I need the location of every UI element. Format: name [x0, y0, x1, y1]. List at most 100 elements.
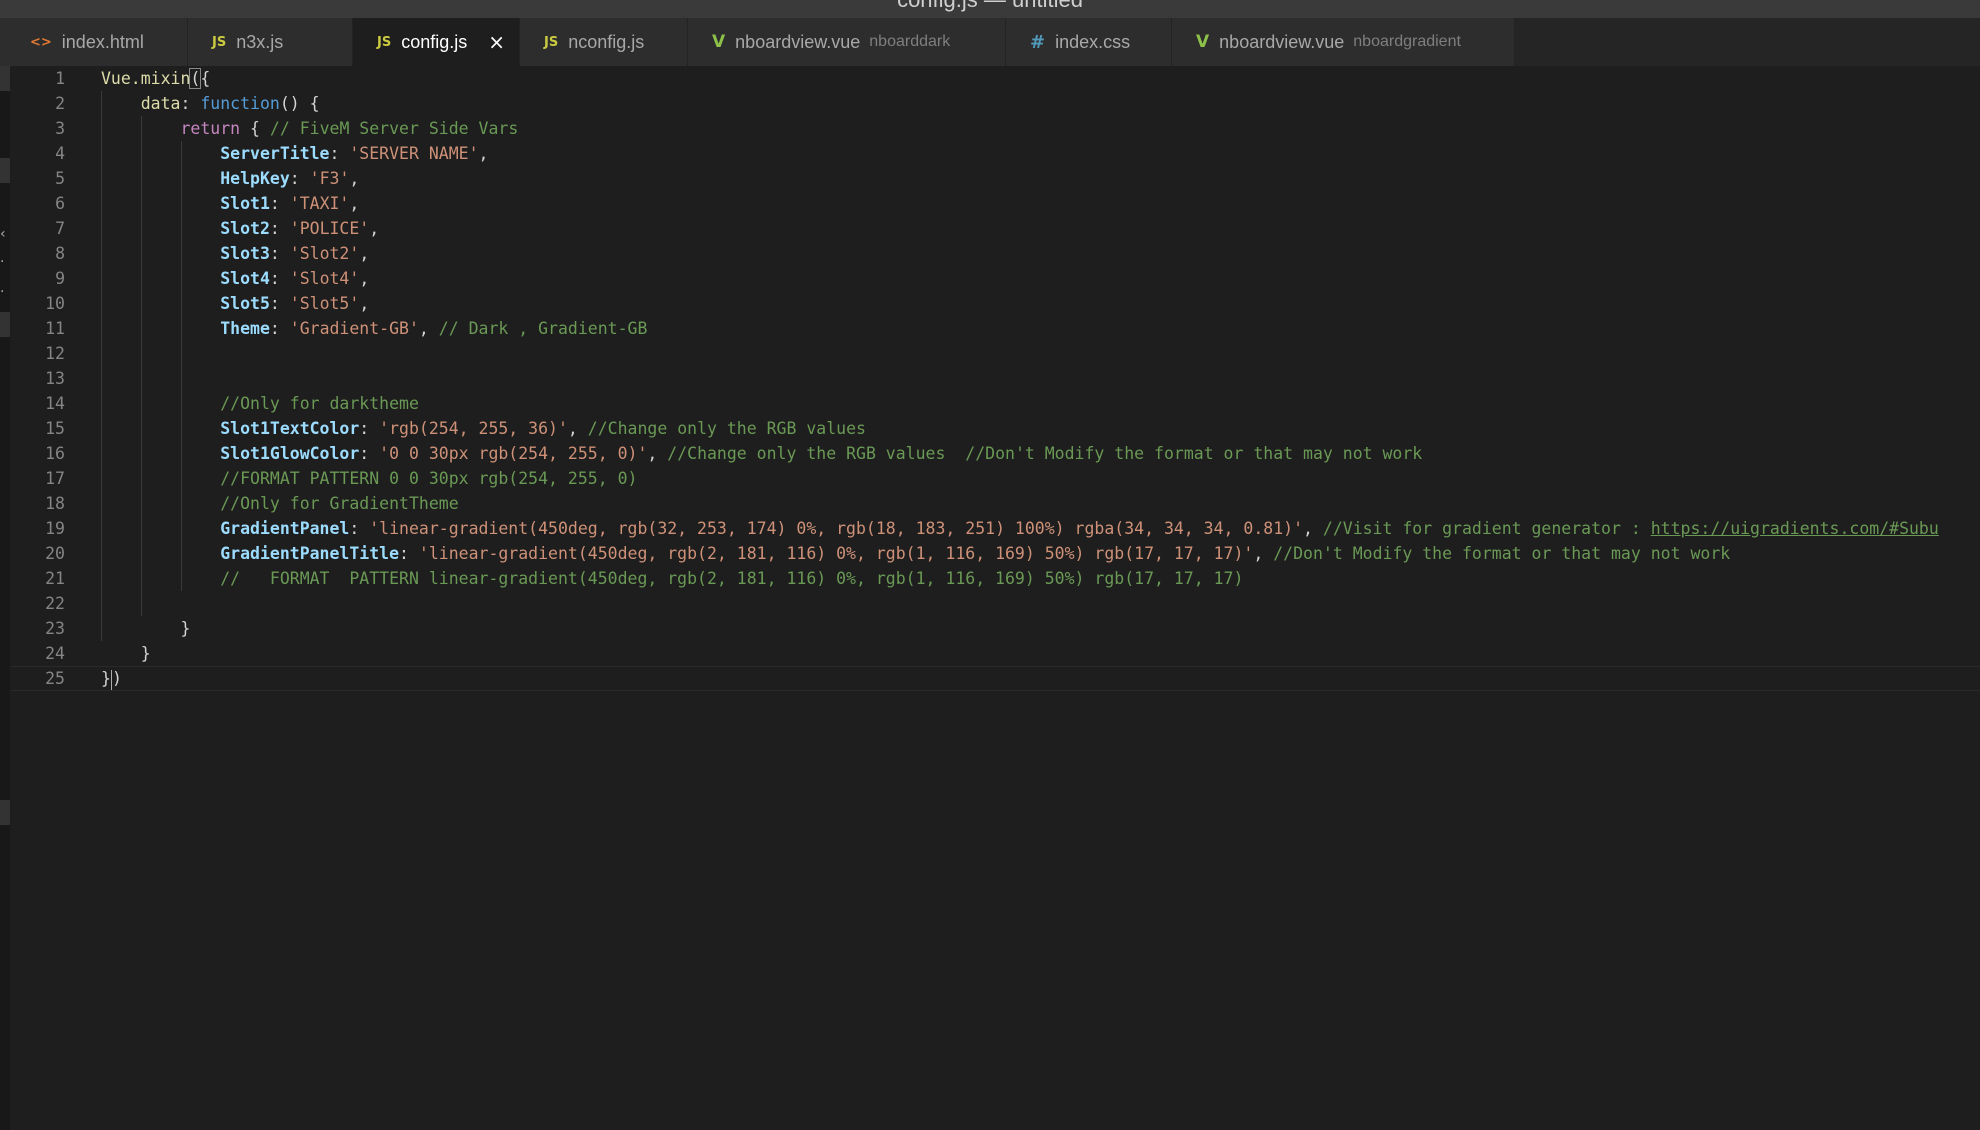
code-token: Slot3	[220, 244, 270, 263]
code-text: Slot5: 'Slot5',	[101, 291, 369, 316]
code-line[interactable]: 7 Slot2: 'POLICE',	[10, 216, 1980, 241]
code-text: Slot1: 'TAXI',	[101, 191, 359, 216]
code-line[interactable]: 21 // FORMAT PATTERN linear-gradient(450…	[10, 566, 1980, 591]
code-token: 'SERVER NAME'	[349, 144, 479, 163]
code-line[interactable]: 11 Theme: 'Gradient-GB', // Dark , Gradi…	[10, 316, 1980, 341]
code-token: :	[269, 244, 290, 263]
code-line[interactable]: 6 Slot1: 'TAXI',	[10, 191, 1980, 216]
code-text: HelpKey: 'F3',	[101, 166, 359, 191]
code-line[interactable]: 23 }	[10, 616, 1980, 641]
tab-index-html[interactable]: <> index.html	[0, 18, 188, 66]
code-editor[interactable]: 1 Vue.mixin({2 data: function() {3 return…	[10, 66, 1980, 1130]
activity-strip: ‹ · ·	[0, 66, 10, 1130]
tab-n3x-js[interactable]: JS n3x.js	[188, 18, 353, 66]
code-line[interactable]: 5 HelpKey: 'F3',	[10, 166, 1980, 191]
code-line[interactable]: 17 //FORMAT PATTERN 0 0 30px rgb(254, 25…	[10, 466, 1980, 491]
line-number: 8	[55, 244, 65, 263]
code-token: 'rgb(254, 255, 36)'	[379, 419, 568, 438]
code-token: :	[269, 194, 290, 213]
code-line[interactable]: 10 Slot5: 'Slot5',	[10, 291, 1980, 316]
code-line[interactable]: 8 Slot3: 'Slot2',	[10, 241, 1980, 266]
tab-label: nboardview.vue	[1219, 31, 1345, 52]
code-token: // FORMAT PATTERN linear-gradient(450deg…	[220, 569, 1244, 588]
line-number: 25	[45, 669, 65, 688]
window-title-bar: config.js — untitled	[0, 0, 1980, 18]
tab-description: nboarddark	[869, 33, 951, 50]
code-line[interactable]: 13	[10, 366, 1980, 391]
line-number: 22	[45, 594, 65, 613]
code-line[interactable]: 1 Vue.mixin({	[10, 66, 1980, 91]
tab-label: nconfig.js	[568, 31, 645, 52]
line-number: 1	[55, 69, 65, 88]
code-token: {	[200, 69, 211, 88]
code-token: :	[359, 444, 380, 463]
code-line[interactable]: 16 Slot1GlowColor: '0 0 30px rgb(254, 25…	[10, 441, 1980, 466]
code-token: Slot4	[220, 269, 270, 288]
code-token: ,	[647, 444, 668, 463]
code-token: '0 0 30px rgb(254, 255, 0)'	[379, 444, 648, 463]
code-token: 'Slot2'	[289, 244, 360, 263]
code-line[interactable]: 14 //Only for darktheme	[10, 391, 1980, 416]
tab-nboardview-vue-nboardgradient[interactable]: Vnboardview.vue nboardgradient	[1172, 18, 1515, 66]
code-token: 'TAXI'	[289, 194, 350, 213]
tab-nconfig-js[interactable]: JS nconfig.js	[520, 18, 688, 66]
code-line[interactable]: 19 GradientPanel: 'linear-gradient(450de…	[10, 516, 1980, 541]
window-title: config.js — untitled	[897, 0, 1083, 12]
code-line[interactable]: 15 Slot1TextColor: 'rgb(254, 255, 36)', …	[10, 416, 1980, 441]
code-text: data: function() {	[101, 91, 320, 116]
code-line[interactable]: 25})	[10, 666, 1980, 691]
line-number: 19	[45, 519, 65, 538]
code-token: ,	[478, 144, 489, 163]
code-token: function	[200, 94, 280, 113]
code-token: GradientPanelTitle	[220, 544, 400, 563]
strip-glyph: ‹	[0, 226, 6, 242]
code-token: }	[101, 644, 151, 663]
code-token[interactable]: https://uigradients.com/#Subu	[1651, 519, 1939, 538]
code-token: HelpKey	[220, 169, 290, 188]
code-text: ServerTitle: 'SERVER NAME',	[101, 141, 488, 166]
js-file-icon: JS	[212, 34, 227, 50]
code-token: :	[349, 519, 370, 538]
code-line[interactable]: 3 return { // FiveM Server Side Vars	[10, 116, 1980, 141]
code-line[interactable]: 22	[10, 591, 1980, 616]
strip-marker	[0, 158, 10, 183]
code-token: ,	[1303, 519, 1323, 538]
tab-config-js[interactable]: JS config.js ×	[353, 18, 520, 66]
code-text: }	[101, 641, 151, 666]
line-number: 4	[55, 144, 65, 163]
code-line[interactable]: 4 ServerTitle: 'SERVER NAME',	[10, 141, 1980, 166]
code-line[interactable]: 20 GradientPanelTitle: 'linear-gradient(…	[10, 541, 1980, 566]
code-line[interactable]: 24 }	[10, 641, 1980, 666]
code-line[interactable]: 9 Slot4: 'Slot4',	[10, 266, 1980, 291]
line-number: 11	[45, 319, 65, 338]
strip-marker	[0, 66, 10, 91]
code-token: ,	[369, 219, 380, 238]
js-file-icon: JS	[544, 34, 559, 50]
close-icon[interactable]: ×	[488, 30, 505, 54]
code-token: ,	[349, 169, 360, 188]
tab-nboardview-vue-nboarddark[interactable]: Vnboardview.vue nboarddark	[688, 18, 1006, 66]
code-text: Slot4: 'Slot4',	[101, 266, 369, 291]
code-text: Slot1TextColor: 'rgb(254, 255, 36)', //C…	[101, 416, 866, 441]
tab-label: index.html	[61, 31, 144, 52]
code-line[interactable]: 18 //Only for GradientTheme	[10, 491, 1980, 516]
tab-index-css[interactable]: # index.css	[1006, 18, 1172, 66]
line-number: 3	[55, 119, 65, 138]
line-number: 18	[45, 494, 65, 513]
code-token: :	[289, 169, 310, 188]
code-token: :	[269, 219, 290, 238]
line-number: 16	[45, 444, 65, 463]
code-token: :	[359, 419, 380, 438]
code-line[interactable]: 2 data: function() {	[10, 91, 1980, 116]
code-line[interactable]: 12	[10, 341, 1980, 366]
strip-glyph: ·	[0, 254, 5, 270]
